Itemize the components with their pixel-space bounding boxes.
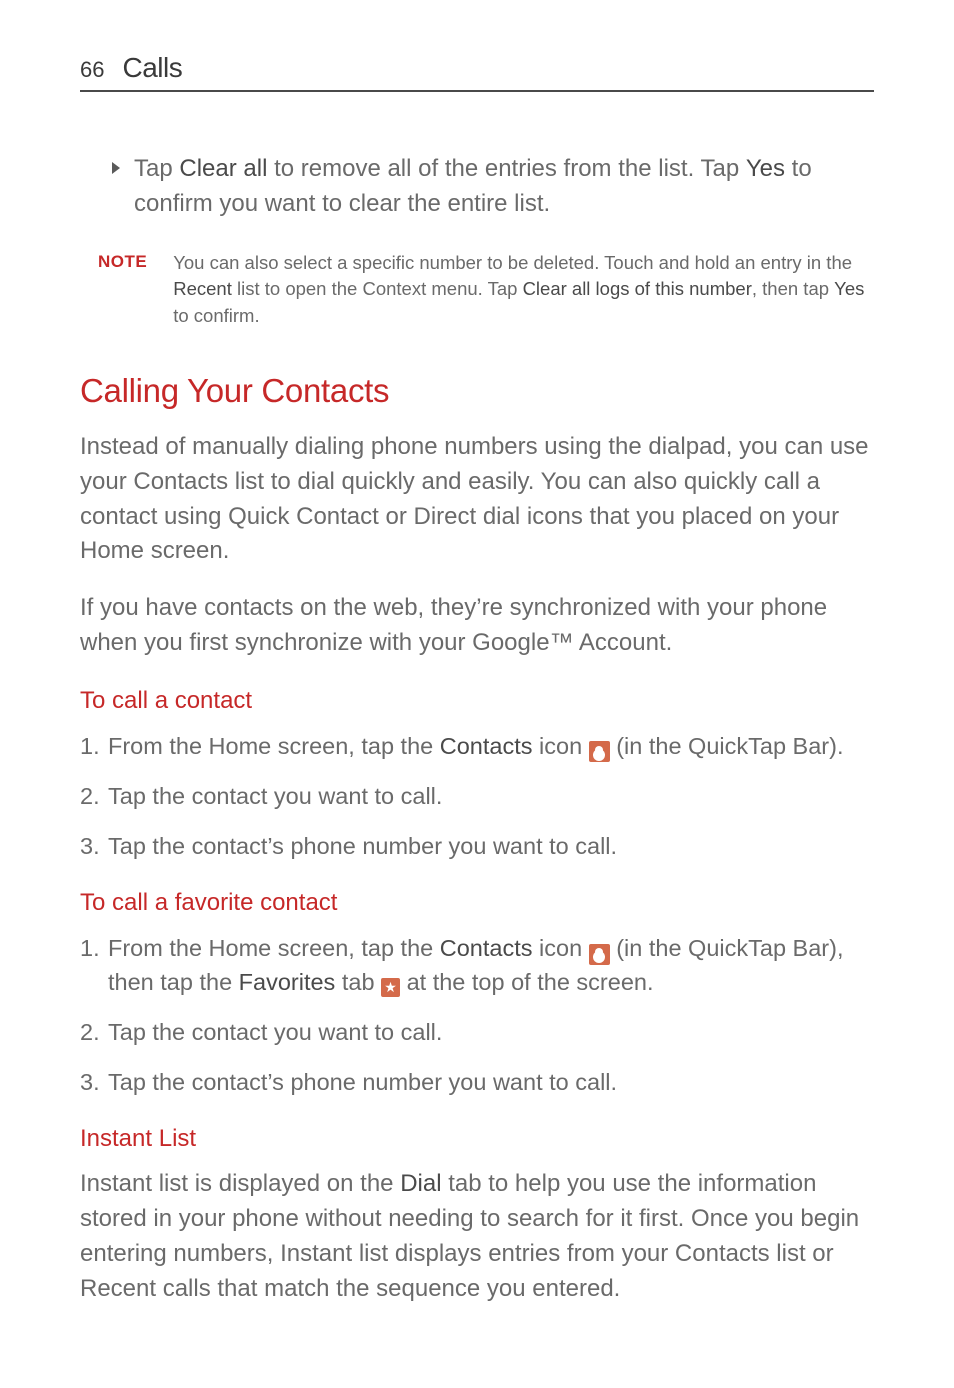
step-number: 2. xyxy=(80,779,108,813)
text-fragment: to remove all of the entries from the li… xyxy=(267,155,745,182)
heading-to-call-contact: To call a contact xyxy=(80,687,874,715)
section-title: Calls xyxy=(122,52,182,84)
text-fragment: Tap xyxy=(134,155,179,182)
text-fragment: Instant list is displayed on the xyxy=(80,1170,400,1197)
step-number: 1. xyxy=(80,729,108,763)
step-number: 2. xyxy=(80,1015,108,1049)
text-fragment: icon xyxy=(533,733,589,759)
list-item: 1. From the Home screen, tap the Contact… xyxy=(80,729,874,763)
list-item: 1. From the Home screen, tap the Contact… xyxy=(80,931,874,999)
text-fragment: From the Home screen, tap the xyxy=(108,935,440,961)
text-fragment: at the top of the screen. xyxy=(400,969,653,995)
step-text: Tap the contact’s phone number you want … xyxy=(108,1065,874,1099)
text-fragment: to confirm. xyxy=(173,305,259,326)
step-number: 1. xyxy=(80,931,108,999)
bullet-item: Tap Clear all to remove all of the entri… xyxy=(112,152,874,222)
paragraph: Instead of manually dialing phone number… xyxy=(80,430,874,569)
heading-instant-list: Instant List xyxy=(80,1125,874,1153)
bullet-text: Tap Clear all to remove all of the entri… xyxy=(134,152,874,222)
bold-text: Contacts xyxy=(440,935,533,961)
text-fragment: You can also select a specific number to… xyxy=(173,252,852,273)
heading-calling-contacts: Calling Your Contacts xyxy=(80,372,874,410)
bold-text: Clear all xyxy=(179,155,267,182)
note-body: You can also select a specific number to… xyxy=(173,250,874,330)
list-item: 3. Tap the contact’s phone number you wa… xyxy=(80,829,874,863)
list-item: 2. Tap the contact you want to call. xyxy=(80,779,874,813)
bold-text: Favorites xyxy=(239,969,336,995)
bold-text: Yes xyxy=(834,278,864,299)
step-text: Tap the contact you want to call. xyxy=(108,1015,874,1049)
text-fragment: icon xyxy=(533,935,589,961)
step-text: From the Home screen, tap the Contacts i… xyxy=(108,729,874,763)
text-fragment: tab xyxy=(335,969,381,995)
contacts-icon xyxy=(589,741,610,762)
heading-to-call-favorite: To call a favorite contact xyxy=(80,889,874,917)
star-icon: ★ xyxy=(381,978,400,997)
bold-text: Contacts xyxy=(440,733,533,759)
paragraph: If you have contacts on the web, they’re… xyxy=(80,591,874,661)
step-text: From the Home screen, tap the Contacts i… xyxy=(108,931,874,999)
text-fragment: list to open the Context menu. Tap xyxy=(232,278,523,299)
triangle-right-icon xyxy=(112,162,120,174)
note-label: NOTE xyxy=(98,252,147,330)
text-fragment: , then tap xyxy=(752,278,834,299)
page-content: 66 Calls Tap Clear all to remove all of … xyxy=(0,0,954,1388)
page-number: 66 xyxy=(80,57,104,83)
bold-text: Dial xyxy=(400,1170,441,1197)
list-item: 3. Tap the contact’s phone number you wa… xyxy=(80,1065,874,1099)
ordered-list: 1. From the Home screen, tap the Contact… xyxy=(80,729,874,863)
paragraph: Instant list is displayed on the Dial ta… xyxy=(80,1167,874,1306)
bold-text: Yes xyxy=(746,155,785,182)
list-item: 2. Tap the contact you want to call. xyxy=(80,1015,874,1049)
step-text: Tap the contact’s phone number you want … xyxy=(108,829,874,863)
note-block: NOTE You can also select a specific numb… xyxy=(98,250,874,330)
step-number: 3. xyxy=(80,829,108,863)
text-fragment: From the Home screen, tap the xyxy=(108,733,440,759)
bold-text: Clear all logs of this number xyxy=(523,278,752,299)
contacts-icon xyxy=(589,944,610,965)
page-header: 66 Calls xyxy=(80,52,874,92)
bold-text: Recent xyxy=(173,278,232,299)
step-number: 3. xyxy=(80,1065,108,1099)
ordered-list: 1. From the Home screen, tap the Contact… xyxy=(80,931,874,1099)
step-text: Tap the contact you want to call. xyxy=(108,779,874,813)
text-fragment: (in the QuickTap Bar). xyxy=(610,733,844,759)
